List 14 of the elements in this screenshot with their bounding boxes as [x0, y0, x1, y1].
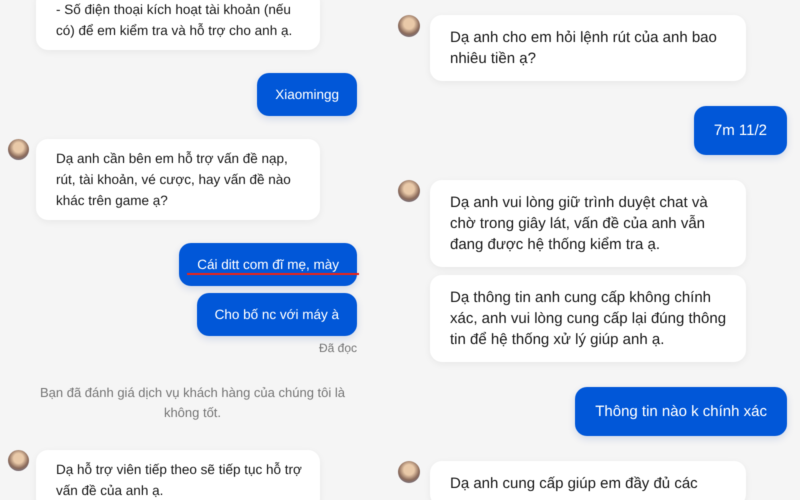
- user-message: Cái ditt com đĩ mẹ, mày: [179, 243, 357, 286]
- rating-notice: Bạn đã đánh giá dịch vụ khách hàng của chúng tôi là không tốt.: [38, 384, 346, 422]
- agent-message: Dạ thông tin anh cung cấp không chính xác, anh vui lòng cung cấp lại đúng thông tin để hệ thống xử lý giúp anh ạ.: [430, 275, 746, 362]
- agent-message: Dạ anh cần bên em hỗ trợ vấn đề nạp, rút, tài khoản, vé cược, hay vấn đề nào khác trên game ạ?: [36, 139, 320, 220]
- user-message: Thông tin nào k chính xác: [575, 387, 787, 436]
- agent-message: - Số điện thoại kích hoạt tài khoản (nếu có) để em kiểm tra và hỗ trợ cho anh ạ.: [36, 0, 320, 50]
- agent-message: Dạ anh vui lòng giữ trình duyệt chat và chờ trong giây lát, vấn đề của anh vẫn đang được hệ thống kiểm tra ạ.: [430, 180, 746, 267]
- agent-message: Dạ hỗ trợ viên tiếp theo sẽ tiếp tục hỗ trợ vấn đề của anh ạ.: [36, 450, 320, 500]
- user-message: Cho bố nc với máy à: [196, 293, 357, 336]
- user-message: Xiaomingg: [257, 73, 357, 116]
- agent-message: Dạ anh cho em hỏi lệnh rút của anh bao nhiêu tiền ạ?: [430, 15, 746, 81]
- user-message: 7m 11/2: [694, 106, 787, 155]
- read-receipt: Đã đọc: [318, 340, 357, 356]
- agent-message: Dạ anh cung cấp giúp em đầy đủ các: [430, 461, 746, 500]
